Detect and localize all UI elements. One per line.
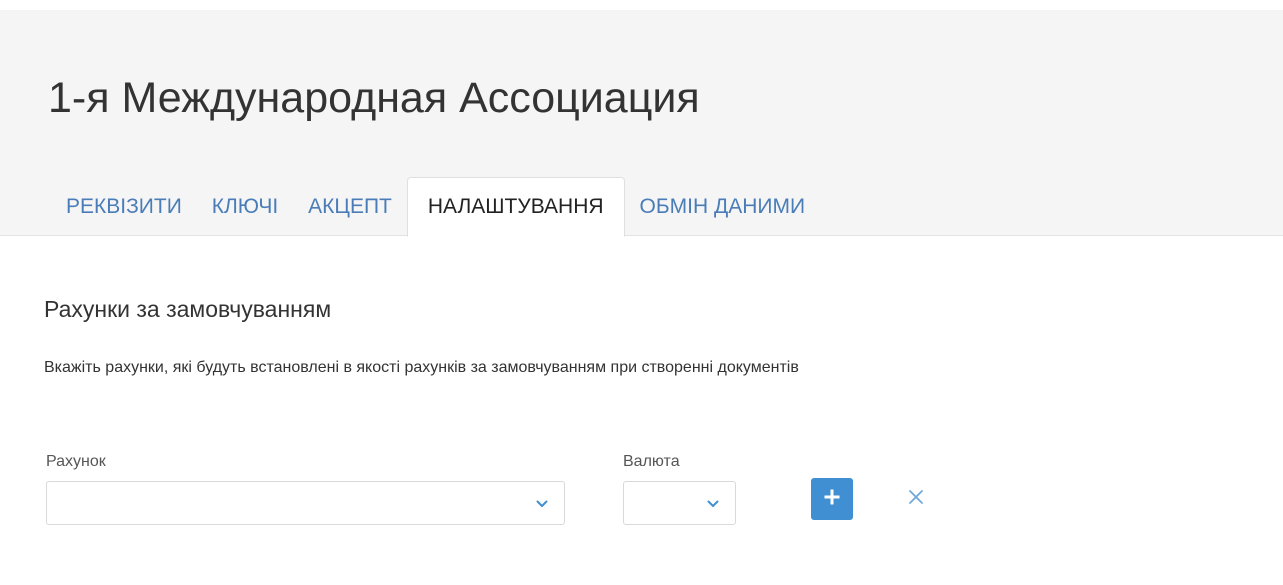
page-title: 1-я Международная Ассоциация <box>48 74 700 122</box>
tab-settings[interactable]: НАЛАШТУВАННЯ <box>406 177 625 237</box>
account-label: Рахунок <box>46 453 106 470</box>
chevron-down-icon <box>706 482 720 526</box>
tab-data-exchange[interactable]: ОБМІН ДАНИМИ <box>625 177 821 236</box>
page-header: 1-я Международная Ассоциация РЕКВІЗИТИ К… <box>0 10 1283 237</box>
remove-account-button[interactable] <box>895 478 937 520</box>
currency-select[interactable] <box>623 481 736 525</box>
section-description: Вкажіть рахунки, які будуть встановлені … <box>44 359 799 376</box>
chevron-down-icon <box>535 482 549 526</box>
tab-keys[interactable]: КЛЮЧІ <box>197 177 293 236</box>
account-select[interactable] <box>46 481 565 525</box>
tab-requisites[interactable]: РЕКВІЗИТИ <box>51 177 197 236</box>
close-icon <box>908 489 924 510</box>
plus-icon <box>824 489 840 510</box>
tab-bar: РЕКВІЗИТИ КЛЮЧІ АКЦЕПТ НАЛАШТУВАННЯ ОБМІ… <box>51 177 821 237</box>
add-account-button[interactable] <box>811 478 853 520</box>
tab-accept[interactable]: АКЦЕПТ <box>293 177 407 236</box>
section-title: Рахунки за замовчуванням <box>44 296 332 322</box>
currency-label: Валюта <box>623 453 680 470</box>
